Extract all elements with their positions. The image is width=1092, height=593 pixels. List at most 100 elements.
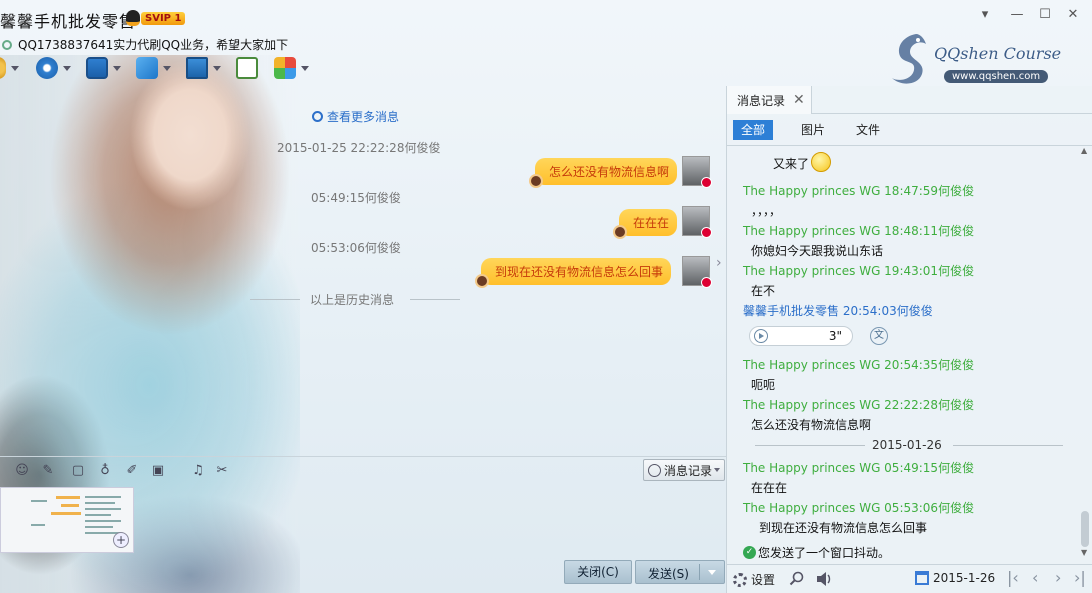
send-button[interactable]: 发送(S) (635, 560, 725, 584)
group-chat-icon (236, 57, 258, 79)
zoom-in-icon[interactable]: + (113, 532, 129, 548)
bubble-pet-icon (475, 274, 489, 288)
scrollbar-thumb[interactable] (1081, 511, 1089, 547)
send-file-button[interactable] (136, 56, 171, 80)
screen-share-button[interactable] (186, 56, 221, 80)
send-file-icon (136, 57, 158, 79)
speaker-button[interactable] (815, 571, 833, 587)
history-sender-line: The Happy princes WG 22:22:28何俊俊 (743, 398, 975, 412)
settings-button[interactable]: 设置 (733, 571, 775, 588)
chat-bubble[interactable]: 在在在 (613, 209, 678, 239)
message-timestamp: 05:49:15何俊俊 (311, 191, 401, 205)
group-chat-button[interactable] (236, 56, 258, 80)
qq-penguin-icon (126, 10, 140, 26)
input-toolbar: ☺ ✎ ▢ ♁ ✐ ▣ ♫ ✂ (0, 456, 726, 482)
message-history-button[interactable]: 消息记录 (643, 459, 725, 481)
avatar[interactable] (682, 206, 712, 238)
history-separator: 以上是历史消息 (250, 291, 465, 307)
view-more-label: 查看更多消息 (327, 110, 400, 124)
contact-name[interactable]: 馨馨手机批发零售 (0, 8, 136, 32)
message-timestamp: 2015-01-25 22:22:28何俊俊 (277, 141, 441, 155)
next-page-icon[interactable]: › (1055, 568, 1061, 587)
svip-level-label: SVIP 1 (141, 11, 186, 25)
filter-files[interactable]: 文件 (848, 120, 888, 140)
chevron-down-icon (714, 468, 721, 472)
scroll-up-icon[interactable]: ▲ (1081, 146, 1087, 155)
check-icon: ✓ (743, 546, 756, 559)
logo-name: QQshen Course (934, 44, 1062, 63)
signature-icon (2, 39, 12, 50)
last-page-icon[interactable]: ›| (1074, 568, 1086, 587)
logo-url: www.qqshen.com (944, 70, 1049, 83)
close-button[interactable]: 关闭(C) (564, 560, 632, 584)
send-options-chevron-icon[interactable] (708, 570, 716, 575)
tab-label: 消息记录 (737, 93, 786, 108)
history-message-text: ，，，， (751, 204, 782, 218)
apps-icon (274, 57, 296, 79)
view-more-messages-link[interactable]: 查看更多消息 (312, 108, 399, 125)
tab-message-history[interactable]: 消息记录 ✕ (727, 86, 812, 114)
maximize-button[interactable]: ☐ (1038, 8, 1052, 22)
close-icon[interactable]: ✕ (793, 92, 805, 108)
close-window-button[interactable]: ✕ (1066, 8, 1080, 22)
date-picker-button[interactable]: 2015-1-26 (915, 571, 995, 585)
music-icon[interactable]: ♫ (190, 463, 206, 479)
contact-signature: QQ1738837641实力代刷QQ业务，希望大家加下 (2, 36, 288, 53)
history-message-text: 在在在 (751, 481, 788, 495)
signature-text: QQ1738837641实力代刷QQ业务，希望大家加下 (18, 38, 289, 52)
filter-all[interactable]: 全部 (733, 120, 774, 140)
minimize-button[interactable]: — (1010, 8, 1024, 22)
pasted-screenshot-thumbnail[interactable]: + (0, 487, 134, 553)
history-sender-line: The Happy princes WG 05:49:15何俊俊 (743, 461, 975, 475)
message-history-panel: 消息记录 ✕ 全部 图片 文件 又来了 The Happy princes WG… (727, 86, 1092, 593)
svip-badge[interactable]: SVIP 1 (126, 10, 186, 26)
voice-to-text-icon[interactable]: 文 (870, 327, 888, 345)
previous-page-icon[interactable]: ‹ (1032, 568, 1038, 587)
chat-bubble-text: 怎么还没有物流信息啊 (549, 165, 670, 179)
bubble-pet-icon (529, 174, 543, 188)
voice-call-button[interactable] (0, 56, 19, 80)
send-button-label: 发送(S) (648, 567, 689, 581)
search-button[interactable] (789, 571, 805, 587)
history-message-list: 又来了 The Happy princes WG 18:47:59何俊俊 ，，，… (727, 146, 1079, 564)
history-message-text: 到现在还没有物流信息怎么回事 (759, 521, 928, 535)
voice-call-icon (0, 57, 6, 79)
screenshot-icon[interactable]: ✂ (214, 463, 230, 479)
dropdown-menu-button[interactable]: ▾ (978, 8, 992, 22)
chat-bubble[interactable]: 到现在还没有物流信息怎么回事 (475, 258, 672, 288)
first-page-icon[interactable]: |‹ (1007, 568, 1019, 587)
date-picker-value: 2015-1-26 (933, 571, 996, 585)
history-scrollbar[interactable]: ▲ ▼ (1080, 146, 1090, 564)
dragon-logo-icon (892, 34, 926, 84)
image-icon[interactable]: ▣ (150, 463, 166, 479)
avatar[interactable] (682, 256, 712, 288)
history-bottom-bar: 设置 2015-1-26 |‹ ‹ › ›| (727, 564, 1092, 593)
avatar[interactable] (682, 156, 712, 188)
voice-message[interactable]: 3" (749, 326, 853, 346)
video-call-button[interactable] (36, 56, 71, 80)
history-sender-line: The Happy princes WG 05:53:06何俊俊 (743, 501, 975, 515)
chat-area: 查看更多消息 2015-01-25 22:22:28何俊俊 怎么还没有物流信息啊… (0, 86, 724, 454)
video-record-icon[interactable]: ▢ (70, 463, 86, 479)
video-call-icon (36, 57, 58, 79)
collapse-panel-arrow[interactable]: › (716, 255, 722, 271)
bubble-pet-icon (613, 225, 627, 239)
edit-icon[interactable]: ✐ (124, 463, 140, 479)
title-bar: 馨馨手机批发零售 SVIP 1 ▾ — ☐ ✕ (0, 0, 1092, 32)
voice-message-icon[interactable]: ♁ (97, 463, 113, 479)
history-separator-label: 以上是历史消息 (310, 293, 395, 307)
play-icon[interactable] (754, 329, 768, 343)
filter-images[interactable]: 图片 (793, 120, 833, 140)
magic-font-icon[interactable]: ✎ (40, 463, 56, 479)
shake-notice-text: 您发送了一个窗口抖动。 (758, 546, 891, 560)
grin-emoji-icon (811, 152, 832, 172)
screen-share-icon (186, 57, 208, 79)
remote-desktop-button[interactable] (86, 56, 121, 80)
speaker-icon (817, 572, 831, 586)
chat-bubble[interactable]: 怎么还没有物流信息啊 (529, 158, 678, 188)
apps-button[interactable] (274, 56, 309, 80)
settings-label: 设置 (751, 573, 776, 587)
history-message-text: 你媳妇今天跟我说山东话 (751, 244, 884, 258)
emoji-icon[interactable]: ☺ (14, 463, 30, 479)
scroll-down-icon[interactable]: ▼ (1081, 548, 1087, 557)
